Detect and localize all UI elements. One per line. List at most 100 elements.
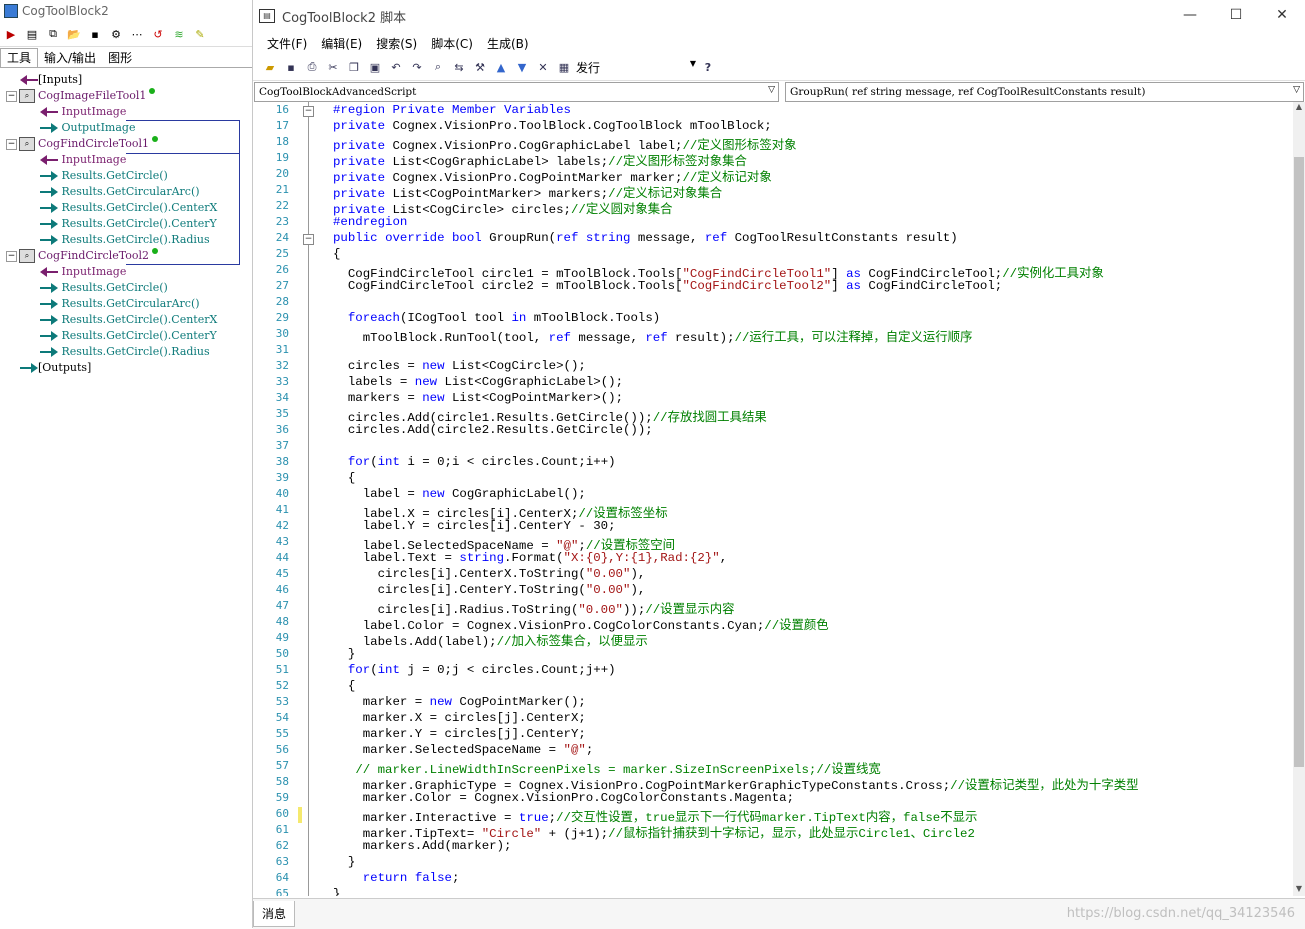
copy-icon[interactable]: ❐ bbox=[345, 58, 363, 76]
tree-terminal-out[interactable]: Results.GetCircle().CenterX bbox=[40, 200, 217, 216]
collapse-icon[interactable]: − bbox=[6, 90, 17, 102]
scroll-thumb[interactable] bbox=[1294, 157, 1304, 767]
tree-terminal-out[interactable]: Results.GetCircle().CenterY bbox=[40, 328, 217, 344]
code-line[interactable]: CogFindCircleTool circle2 = mToolBlock.T… bbox=[333, 279, 1002, 293]
undo-icon[interactable]: ↶ bbox=[387, 58, 405, 76]
redo-icon[interactable]: ↷ bbox=[408, 58, 426, 76]
fold-toggle-icon[interactable]: − bbox=[303, 106, 314, 117]
save-icon[interactable]: ▪ bbox=[86, 25, 104, 43]
code-line[interactable]: #endregion bbox=[333, 215, 407, 229]
tree-terminal-out[interactable]: Results.GetCircularArc() bbox=[40, 296, 200, 312]
database-icon[interactable]: ≋ bbox=[170, 25, 188, 43]
minimize-button[interactable]: — bbox=[1167, 0, 1213, 30]
member-combo[interactable]: GroupRun( ref string message, ref CogToo… bbox=[784, 82, 1304, 102]
menu-build[interactable]: 生成(B) bbox=[481, 35, 535, 52]
code-line[interactable]: marker = new CogPointMarker(); bbox=[333, 695, 586, 709]
menu-script[interactable]: 脚本(C) bbox=[425, 35, 479, 52]
code-line[interactable]: mToolBlock.RunTool(tool, ref message, re… bbox=[333, 327, 973, 345]
tree-terminal-in[interactable]: InputImage bbox=[40, 152, 126, 168]
tree-terminal-out[interactable]: OutputImage bbox=[40, 120, 135, 136]
close-button[interactable]: ✕ bbox=[1259, 0, 1305, 30]
paste-icon[interactable]: ▣ bbox=[366, 58, 384, 76]
panel-icon[interactable]: ▤ bbox=[23, 25, 41, 43]
cut-icon[interactable]: ✂ bbox=[324, 58, 342, 76]
tree-terminal-out[interactable]: Results.GetCircle().CenterX bbox=[40, 312, 217, 328]
grid-icon[interactable]: ▦ bbox=[555, 58, 573, 76]
code-line[interactable]: { bbox=[333, 471, 355, 485]
code-line[interactable]: #region Private Member Variables bbox=[333, 103, 571, 117]
code-line[interactable]: { bbox=[333, 247, 340, 261]
tab-tools[interactable]: 工具 bbox=[0, 48, 39, 67]
dots-icon[interactable]: ⋯ bbox=[128, 25, 146, 43]
code-line[interactable]: label.Text = string.Format("X:{0},Y:{1},… bbox=[333, 551, 727, 565]
tree-terminal-out[interactable]: Results.GetCircle().Radius bbox=[40, 232, 210, 248]
run-icon[interactable]: ▶ bbox=[2, 25, 20, 43]
tree-terminal-in[interactable]: InputImage bbox=[40, 104, 126, 120]
tab-messages[interactable]: 消息 bbox=[253, 901, 296, 927]
reset-icon[interactable]: ↺ bbox=[149, 25, 167, 43]
code-line[interactable]: markers = new List<CogPointMarker>(); bbox=[333, 391, 623, 405]
code-editor[interactable]: 16 #region Private Member Variables 17 priv… bbox=[253, 102, 1293, 896]
code-line[interactable]: label.Y = circles[i].CenterY - 30; bbox=[333, 519, 616, 533]
save-icon[interactable]: ▪ bbox=[282, 58, 300, 76]
class-combo[interactable]: CogToolBlockAdvancedScript ▽ bbox=[254, 82, 779, 102]
collapse-icon[interactable]: − bbox=[6, 138, 17, 150]
tab-graphics[interactable]: 图形 bbox=[102, 49, 138, 67]
build-icon[interactable]: ⚒ bbox=[471, 58, 489, 76]
open-icon[interactable]: ▰ bbox=[261, 58, 279, 76]
settings-icon[interactable]: ⚙ bbox=[107, 25, 125, 43]
code-line[interactable]: return false; bbox=[333, 871, 460, 885]
script-icon[interactable]: ✎ bbox=[191, 25, 209, 43]
menu-file[interactable]: 文件(F) bbox=[261, 35, 313, 52]
replace-icon[interactable]: ⇆ bbox=[450, 58, 468, 76]
tree-terminal-node[interactable]: [Inputs] bbox=[20, 72, 82, 88]
code-line[interactable]: marker.Color = Cognex.VisionPro.CogColor… bbox=[333, 791, 794, 805]
scroll-up-icon[interactable]: ▲ bbox=[1293, 102, 1305, 114]
code-line[interactable]: circles = new List<CogCircle>(); bbox=[333, 359, 586, 373]
code-line[interactable]: } bbox=[333, 855, 355, 869]
code-line[interactable]: } bbox=[333, 887, 340, 896]
copy-icon[interactable]: ⧉ bbox=[44, 25, 62, 43]
code-line[interactable]: labels = new List<CogGraphicLabel>(); bbox=[333, 375, 623, 389]
tree-tool-node[interactable]: − ⌕ CogImageFileTool1 bbox=[6, 88, 156, 104]
fold-toggle-icon[interactable]: − bbox=[303, 234, 314, 245]
maximize-button[interactable]: ☐ bbox=[1213, 0, 1259, 30]
code-line[interactable]: } bbox=[333, 647, 355, 661]
collapse-icon[interactable]: − bbox=[6, 250, 17, 262]
tree-terminal-out[interactable]: Results.GetCircle().Radius bbox=[40, 344, 210, 360]
down-arrow-icon[interactable]: ▼ bbox=[513, 58, 531, 76]
code-line[interactable]: for(int i = 0;i < circles.Count;i++) bbox=[333, 455, 616, 469]
code-line[interactable]: markers.Add(marker); bbox=[333, 839, 512, 853]
code-line[interactable]: for(int j = 0;j < circles.Count;j++) bbox=[333, 663, 616, 677]
code-line[interactable]: marker.X = circles[j].CenterX; bbox=[333, 711, 586, 725]
code-line[interactable]: public override bool GroupRun(ref string… bbox=[333, 231, 958, 245]
code-line[interactable]: label = new CogGraphicLabel(); bbox=[333, 487, 586, 501]
scroll-down-icon[interactable]: ▼ bbox=[1293, 884, 1305, 896]
code-line[interactable]: foreach(ICogTool tool in mToolBlock.Tool… bbox=[333, 311, 660, 325]
open-folder-icon[interactable]: 📂 bbox=[65, 25, 83, 43]
help-icon[interactable]: ? bbox=[699, 58, 717, 76]
tab-io[interactable]: 输入/输出 bbox=[38, 49, 102, 67]
code-line[interactable]: labels.Add(label);//加入标签集合，以便显示 bbox=[333, 631, 648, 649]
tree-terminal-node[interactable]: [Outputs] bbox=[20, 360, 91, 376]
up-arrow-icon[interactable]: ▲ bbox=[492, 58, 510, 76]
code-line[interactable]: circles[i].CenterX.ToString("0.00"), bbox=[333, 567, 646, 581]
code-line[interactable]: circles.Add(circle2.Results.GetCircle())… bbox=[333, 423, 653, 437]
tree-tool-node[interactable]: − ⌕ CogFindCircleTool2 bbox=[6, 248, 158, 264]
find-icon[interactable]: ⌕ bbox=[429, 58, 447, 76]
delete-icon[interactable]: ✕ bbox=[534, 58, 552, 76]
tree-terminal-in[interactable]: InputImage bbox=[40, 264, 126, 280]
code-line[interactable]: marker.Y = circles[j].CenterY; bbox=[333, 727, 586, 741]
vertical-scrollbar[interactable]: ▲ ▼ bbox=[1293, 102, 1305, 896]
code-line[interactable]: { bbox=[333, 679, 355, 693]
menu-search[interactable]: 搜索(S) bbox=[370, 35, 423, 52]
tree-terminal-out[interactable]: Results.GetCircularArc() bbox=[40, 184, 200, 200]
tree-terminal-out[interactable]: Results.GetCircle().CenterY bbox=[40, 216, 217, 232]
tree-terminal-out[interactable]: Results.GetCircle() bbox=[40, 280, 168, 296]
print-icon[interactable]: ⎙ bbox=[303, 58, 321, 76]
code-line[interactable]: marker.SelectedSpaceName = "@"; bbox=[333, 743, 594, 757]
code-line[interactable]: private Cognex.VisionPro.ToolBlock.CogTo… bbox=[333, 119, 772, 133]
tree-tool-node[interactable]: − ⌕ CogFindCircleTool1 bbox=[6, 136, 158, 152]
build-config-select[interactable]: 发行 ▼ bbox=[576, 59, 696, 76]
code-line[interactable]: circles[i].CenterY.ToString("0.00"), bbox=[333, 583, 646, 597]
